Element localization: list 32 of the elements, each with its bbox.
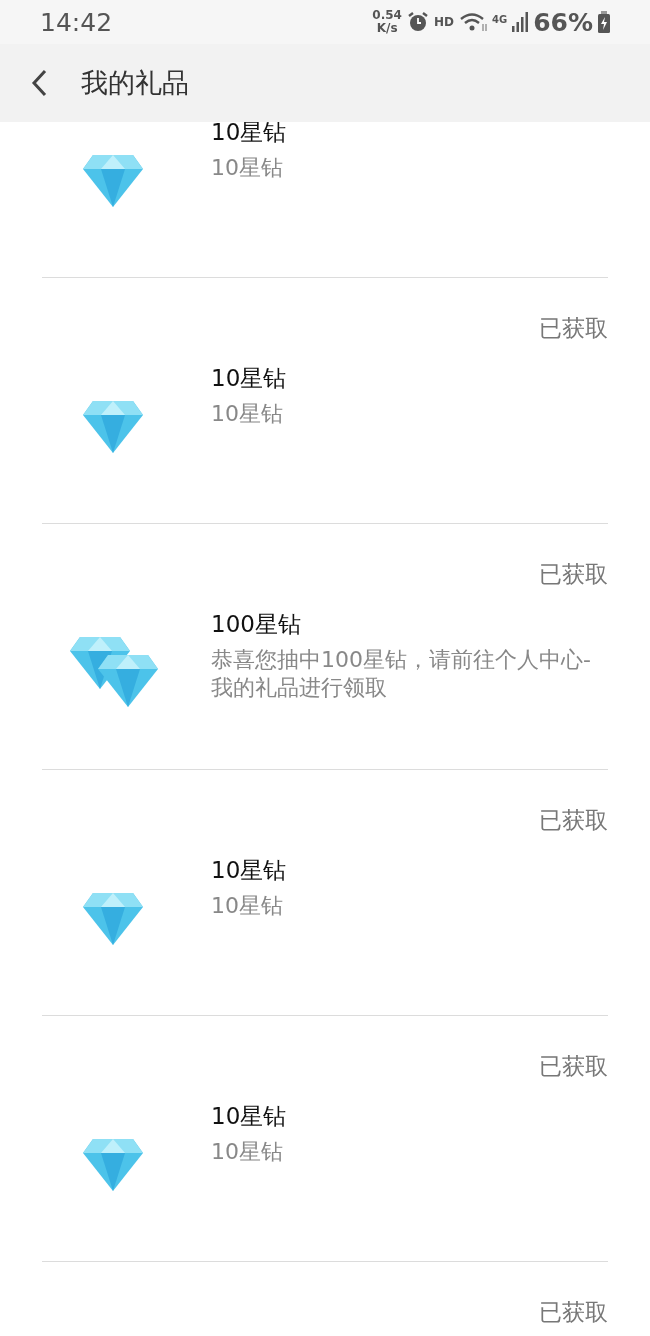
status-label: 已获取 — [539, 314, 608, 342]
alarm-icon — [406, 11, 429, 33]
network-speed: 0.54 — [372, 9, 402, 22]
battery-icon — [598, 11, 610, 33]
gift-title: 10星钻 — [211, 1102, 288, 1130]
gift-description: 10星钻 — [211, 892, 284, 920]
clock-time: 14:42 — [40, 7, 113, 37]
status-label: 已获取 — [539, 1052, 608, 1080]
battery-percent: 66% — [533, 7, 593, 37]
hd-indicator: HD — [433, 15, 454, 29]
gift-description: 10星钻 — [211, 1138, 284, 1166]
diamond-icon — [83, 1139, 143, 1191]
network-speed: K/s — [376, 22, 398, 35]
network-type: 4G — [492, 13, 508, 25]
page-title: 我的礼品 — [81, 66, 189, 100]
gift-title: 10星钻 — [211, 122, 288, 146]
status-label: 已获取 — [539, 1298, 608, 1326]
back-icon[interactable] — [30, 68, 48, 98]
diamond-icon — [83, 893, 143, 945]
status-label: 已获取 — [539, 560, 608, 588]
diamond-icon — [83, 401, 143, 453]
gift-title: 100星钻 — [211, 610, 302, 638]
diamonds-icon — [70, 637, 158, 707]
gift-title: 10星钻 — [211, 856, 288, 884]
status-label: 已获取 — [539, 806, 608, 834]
gift-description: 恭喜您抽中100星钻，请前往个人中心-我的礼品进行领取 — [211, 646, 592, 702]
gift-description: 10星钻 — [211, 400, 284, 428]
gift-description: 10星钻 — [211, 154, 284, 182]
wifi-icon — [459, 12, 487, 32]
signal-icon — [512, 12, 529, 32]
diamond-icon — [83, 155, 143, 207]
gift-title: 10星钻 — [211, 364, 288, 392]
